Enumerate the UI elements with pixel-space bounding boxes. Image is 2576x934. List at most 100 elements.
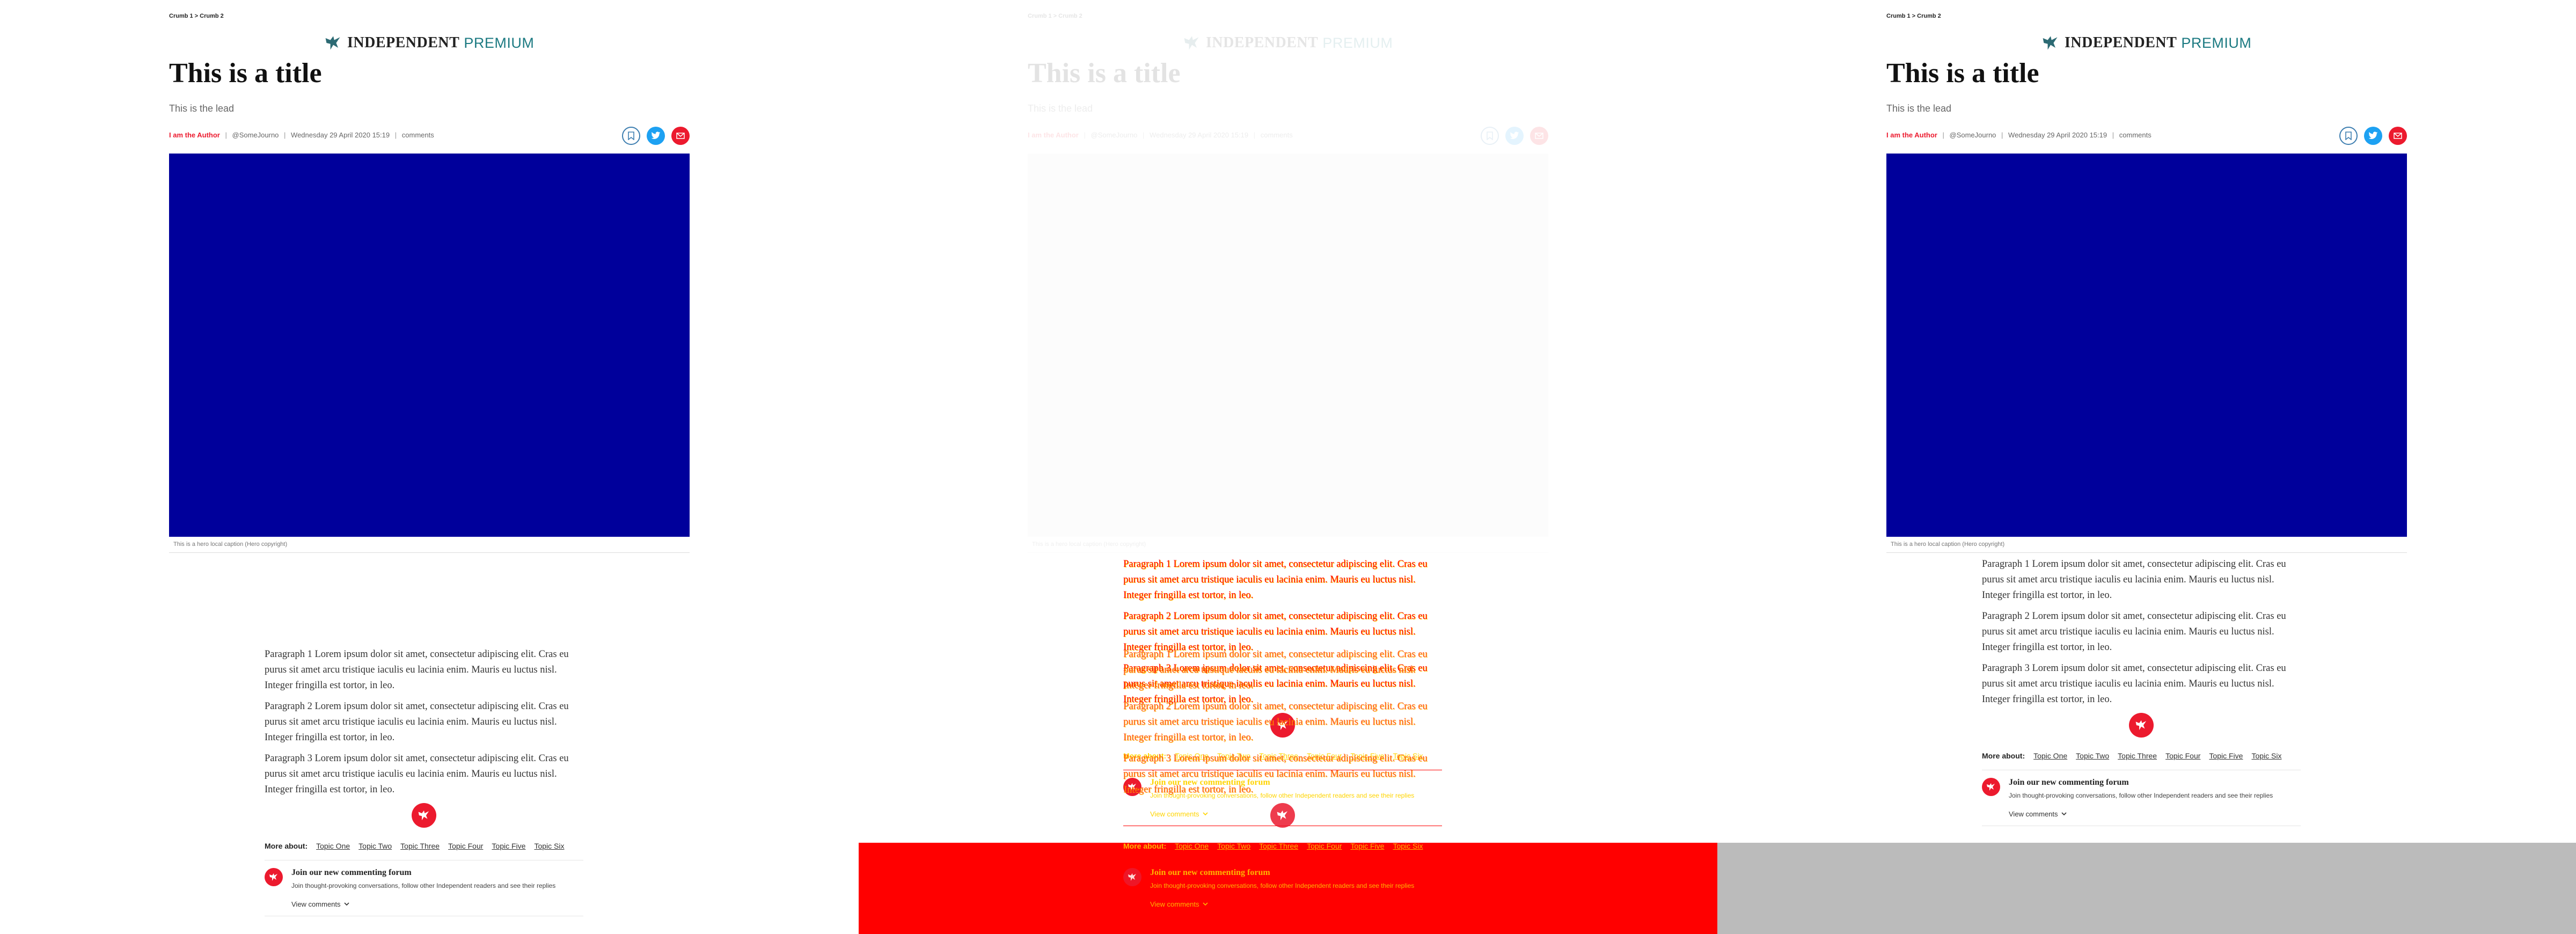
brand-suffix: PREMIUM	[1322, 34, 1393, 51]
article-body: Paragraph 1 Lorem ipsum dolor sit amet, …	[1982, 557, 2301, 826]
comments-link[interactable]: comments	[2119, 131, 2151, 139]
hero-image	[1028, 154, 1548, 537]
forum-description: Join thought-provoking conversations, fo…	[1150, 882, 1415, 889]
grey-fill	[1717, 843, 2576, 934]
author-link[interactable]: I am the Author	[169, 131, 220, 139]
share-buttons	[1481, 127, 1548, 145]
article-paragraph: Paragraph 1 Lorem ipsum dolor sit amet, …	[1982, 559, 2286, 601]
breadcrumb[interactable]: Crumb 1 > Crumb 2	[1886, 13, 1941, 19]
topic-link[interactable]: Topic Six	[1393, 842, 1423, 850]
topic-link[interactable]: Topic Four	[448, 842, 483, 850]
topic-link[interactable]: Topic Six	[2251, 751, 2281, 760]
separator: |	[284, 131, 286, 139]
comments-link[interactable]: comments	[402, 131, 434, 139]
bookmark-button[interactable]	[1481, 127, 1499, 145]
brand-logo[interactable]: INDEPENDENT PREMIUM	[2041, 33, 2251, 53]
brand-name: INDEPENDENT	[1206, 34, 1319, 51]
page-title: This is a title	[1886, 58, 2039, 89]
panel-expected: Crumb 1 > Crumb 2 INDEPENDENT PREMIUM Th…	[0, 0, 859, 934]
topic-link[interactable]: Topic Four	[2165, 751, 2200, 760]
bookmark-button[interactable]	[2339, 127, 2358, 145]
twitter-share-button[interactable]	[1505, 127, 1524, 145]
topic-link[interactable]: Topic Five	[492, 842, 525, 850]
email-icon	[1535, 133, 1543, 139]
article-paragraph: Paragraph 2 Lorem ipsum dolor sit amet, …	[1982, 611, 2286, 653]
share-buttons	[2339, 127, 2407, 145]
hero-image	[169, 154, 690, 537]
brand-suffix: PREMIUM	[464, 34, 535, 51]
topic-link[interactable]: Topic Five	[2209, 751, 2243, 760]
eagle-logo-icon	[2043, 36, 2058, 50]
author-handle[interactable]: @SomeJourno	[1091, 131, 1138, 139]
email-share-button[interactable]	[2389, 127, 2407, 145]
topic-link[interactable]: Topic Three	[1259, 842, 1298, 850]
topic-link[interactable]: Topic Two	[358, 842, 392, 850]
author-link[interactable]: I am the Author	[1028, 131, 1079, 139]
separator: |	[225, 131, 227, 139]
end-of-article-logo	[1270, 803, 1295, 828]
view-comments-button[interactable]: View comments	[291, 900, 583, 908]
email-share-button[interactable]	[1530, 127, 1548, 145]
separator: |	[1253, 131, 1256, 139]
chevron-down-icon	[1202, 902, 1208, 906]
email-share-button[interactable]	[671, 127, 690, 145]
view-comments-label: View comments	[2009, 810, 2058, 818]
article-paragraph: Paragraph 2 Lorem ipsum dolor sit amet, …	[265, 701, 569, 743]
breadcrumb[interactable]: Crumb 1 > Crumb 2	[1028, 13, 1082, 19]
page-title: This is a title	[1028, 58, 1181, 89]
more-about-label: More about:	[1123, 842, 1167, 850]
bookmark-button[interactable]	[622, 127, 640, 145]
twitter-share-button[interactable]	[647, 127, 665, 145]
eagle-logo-icon	[1184, 36, 1199, 50]
article-paragraph: Paragraph 1 Lorem ipsum dolor sit amet, …	[265, 649, 569, 691]
topic-link[interactable]: Topic Five	[1350, 842, 1384, 850]
topic-link[interactable]: Topic One	[316, 842, 350, 850]
brand-logo[interactable]: INDEPENDENT PREMIUM	[1182, 33, 1393, 53]
separator: |	[1084, 131, 1086, 139]
byline: I am the Author | @SomeJourno | Wednesda…	[169, 131, 434, 139]
forum-description: Join thought-provoking conversations, fo…	[291, 882, 556, 889]
article-paragraph: Paragraph 3 Lorem ipsum dolor sit amet, …	[265, 753, 569, 795]
author-link[interactable]: I am the Author	[1886, 131, 1937, 139]
separator: |	[394, 131, 397, 139]
page-title: This is a title	[169, 58, 322, 89]
publish-date: Wednesday 29 April 2020 15:19	[291, 131, 390, 139]
panel-actual: Crumb 1 > Crumb 2 INDEPENDENT PREMIUM Th…	[1717, 0, 2576, 934]
topic-link[interactable]: Topic Two	[1217, 842, 1250, 850]
eagle-logo-icon	[1128, 873, 1136, 881]
breadcrumb[interactable]: Crumb 1 > Crumb 2	[169, 13, 224, 19]
topic-link[interactable]: Topic One	[1175, 842, 1209, 850]
email-icon	[2394, 133, 2402, 139]
topic-link[interactable]: Topic Three	[2118, 751, 2157, 760]
eagle-logo-icon	[418, 810, 429, 821]
comments-link[interactable]: comments	[1261, 131, 1293, 139]
topic-link[interactable]: Topic One	[2033, 751, 2067, 760]
author-handle[interactable]: @SomeJourno	[232, 131, 279, 139]
topic-link[interactable]: Topic Three	[400, 842, 440, 850]
author-handle[interactable]: @SomeJourno	[1950, 131, 1996, 139]
brand-logo[interactable]: INDEPENDENT PREMIUM	[324, 33, 534, 53]
separator: |	[1143, 131, 1145, 139]
topic-link[interactable]: Topic Two	[2076, 751, 2109, 760]
topic-link[interactable]: Topic Six	[534, 842, 564, 850]
view-comments-button[interactable]: View comments	[2009, 810, 2301, 818]
article-body: Paragraph 1 Lorem ipsum dolor sit amet, …	[1123, 647, 1442, 916]
article-paragraph: Paragraph 3 Lorem ipsum dolor sit amet, …	[1982, 663, 2286, 705]
topic-link[interactable]: Topic Four	[1307, 842, 1342, 850]
chevron-down-icon	[2061, 812, 2067, 816]
view-comments-button[interactable]: View comments	[1150, 900, 1442, 908]
twitter-share-button[interactable]	[2364, 127, 2382, 145]
end-of-article-logo	[412, 803, 436, 828]
panel-diff: Crumb 1 > Crumb 2 INDEPENDENT PREMIUM Th…	[859, 0, 1717, 934]
bookmark-icon	[1487, 132, 1493, 140]
more-about-label: More about:	[1982, 751, 2025, 760]
forum-title: Join our new commenting forum	[291, 868, 412, 877]
hero-caption: This is a hero local caption (Hero copyr…	[1028, 539, 1548, 553]
chevron-down-icon	[343, 902, 349, 906]
eagle-logo-icon	[325, 36, 340, 50]
forum-logo	[1982, 778, 2000, 796]
separator: |	[1942, 131, 1944, 139]
separator: |	[2112, 131, 2114, 139]
brand-name: INDEPENDENT	[347, 34, 460, 51]
hero-caption: This is a hero local caption (Hero copyr…	[1886, 539, 2407, 553]
